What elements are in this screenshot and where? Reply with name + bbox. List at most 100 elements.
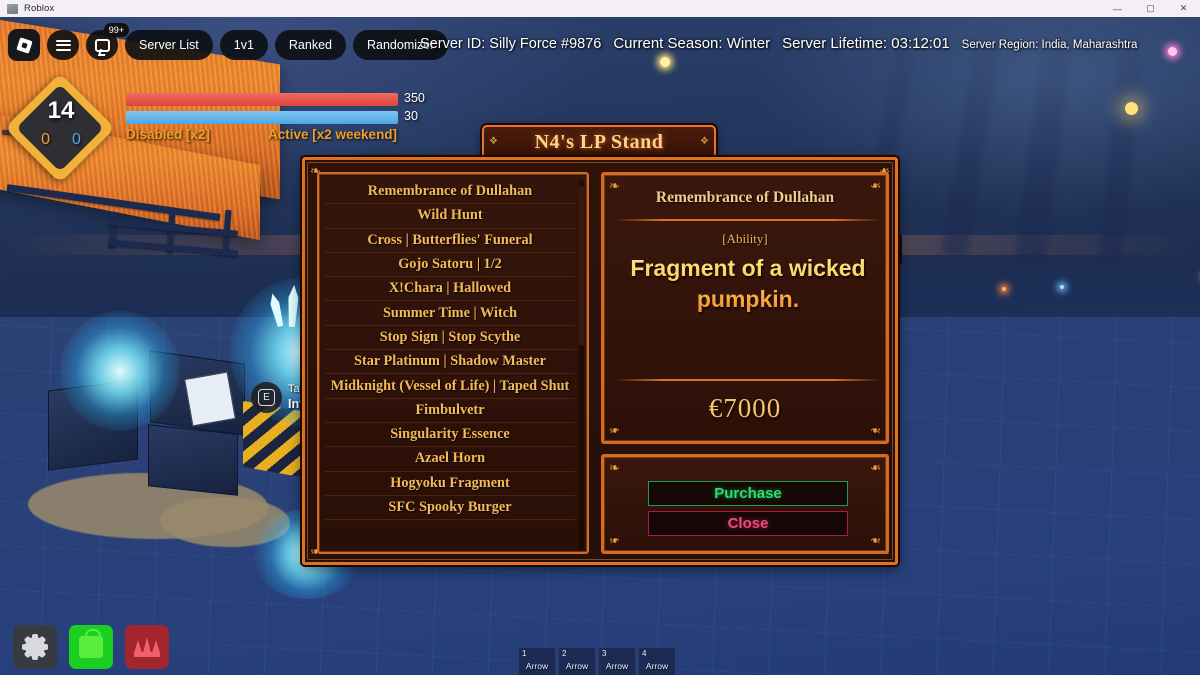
hotbar-slot-number: 3: [602, 649, 607, 658]
detail-divider: [614, 219, 882, 221]
health-bar-fill: [126, 93, 398, 106]
server-info-bar: Server ID: Silly Force #9876 Current Sea…: [420, 35, 1190, 52]
ornament-corner-icon: ❧: [870, 533, 881, 548]
list-item[interactable]: Star Platinum | Shadow Master: [325, 350, 575, 375]
hotbar-slot-label: Arrow: [645, 661, 669, 671]
server-list-button[interactable]: Server List: [125, 30, 213, 60]
window-titlebar: Roblox — ▢ ✕: [0, 0, 1200, 17]
crystal-glow: [60, 311, 180, 431]
list-item[interactable]: Summer Time | Witch: [325, 301, 575, 326]
item-detail-panel: ❧ ❧ ❧ ❧ Remembrance of Dullahan [Ability…: [601, 172, 889, 444]
lamp-light: [660, 57, 670, 67]
chat-button[interactable]: 99+: [86, 23, 129, 60]
hotbar[interactable]: 1 Arrow 2 Arrow 3 Arrow 4 Arrow: [518, 647, 676, 675]
shop-body-frame: ❧ ❧ ❧ ❧ Remembrance of DullahanWild Hunt…: [302, 157, 898, 565]
close-button-shop[interactable]: Close: [648, 511, 848, 536]
energy-value: 30: [404, 109, 418, 123]
detail-divider: [614, 379, 882, 381]
substat-left: 0: [41, 131, 50, 148]
detail-price: €7000: [708, 393, 782, 423]
list-item[interactable]: Azael Horn: [325, 447, 575, 472]
hotbar-slot-label: Arrow: [525, 661, 549, 671]
menu-button[interactable]: [47, 30, 79, 60]
list-item[interactable]: Remembrance of Dullahan: [325, 180, 575, 205]
diamond-substats: 0 0: [12, 131, 110, 149]
level-value: 14: [47, 97, 75, 124]
hotbar-slot[interactable]: 1 Arrow: [518, 647, 556, 675]
bottom-left-buttons: [13, 625, 169, 669]
server-region-text: Server Region: India, Maharashtra: [961, 39, 1138, 51]
ornament-corner-icon: ❧: [609, 533, 620, 548]
purchase-button[interactable]: Purchase: [648, 481, 848, 506]
moon: [1125, 102, 1138, 115]
premium-button[interactable]: [125, 625, 169, 669]
cloud-streak: [1014, 17, 1076, 268]
item-list[interactable]: Remembrance of Dullahan Wild Hunt Cross | …: [325, 180, 575, 546]
health-bar-track: [126, 93, 398, 106]
list-item[interactable]: Wild Hunt: [325, 204, 575, 229]
roblox-logo-icon: [15, 36, 33, 54]
list-item[interactable]: Singularity Essence: [325, 423, 575, 448]
roblox-logo-button[interactable]: [8, 29, 40, 61]
hotbar-slot-number: 4: [642, 649, 647, 658]
close-button[interactable]: ✕: [1167, 0, 1200, 17]
current-season-text: Current Season: Winter: [613, 35, 771, 52]
list-item[interactable]: Hogyoku Fragment: [325, 472, 575, 496]
list-item[interactable]: SFC Spooky Burger: [325, 496, 575, 521]
key-e-icon: E: [258, 389, 275, 406]
game-viewport: 99+ Server List 1v1 Ranked Randomizer Se…: [0, 17, 1200, 675]
ranked-button[interactable]: Ranked: [274, 30, 346, 60]
list-item[interactable]: Midknight (Vessel of Life) | Taped Shut: [325, 374, 575, 399]
detail-description: Fragment of a wicked pumpkin.: [622, 253, 874, 314]
gear-icon: [22, 634, 48, 660]
distant-light: [1002, 287, 1006, 291]
settings-button[interactable]: [13, 625, 57, 669]
shop-actions-panel: ❧ ❧ ❧ ❧ Purchase Close: [601, 454, 889, 554]
hotbar-slot-number: 1: [522, 649, 527, 658]
window-controls: — ▢ ✕: [1101, 0, 1200, 17]
stat-bars: 350 30: [126, 91, 426, 129]
one-v-one-button[interactable]: 1v1: [219, 30, 268, 60]
server-lifetime-text: Server Lifetime: 03:12:01: [782, 35, 950, 52]
window-title: Roblox: [24, 3, 55, 14]
list-item[interactable]: Gojo Satoru | 1/2: [325, 253, 575, 278]
maximize-button[interactable]: ▢: [1134, 0, 1167, 17]
list-item[interactable]: Stop Sign | Stop Scythe: [325, 326, 575, 351]
hotbar-slot[interactable]: 3 Arrow: [598, 647, 636, 675]
roblox-window-icon: [7, 3, 18, 14]
list-item[interactable]: Cross | Butterflies' Funeral: [325, 229, 575, 253]
hotbar-slot[interactable]: 2 Arrow: [558, 647, 596, 675]
energy-bar-row: 30: [126, 109, 426, 124]
hotbar-slot-label: Arrow: [565, 661, 589, 671]
shopping-bag-icon: [79, 629, 103, 658]
white-box: [184, 371, 236, 427]
server-id-text: Server ID: Silly Force #9876: [420, 36, 602, 52]
hamburger-icon: [55, 37, 71, 53]
interact-key-button[interactable]: E: [251, 382, 282, 413]
scrollbar-thumb[interactable]: [579, 186, 584, 346]
item-list-panel[interactable]: Remembrance of Dullahan Wild Hunt Cross | …: [317, 172, 589, 554]
shop-button[interactable]: [69, 625, 113, 669]
cloud-streak: [1096, 17, 1148, 268]
item-list-scrollbar[interactable]: [579, 180, 584, 550]
substat-right: 0: [72, 131, 81, 148]
buff-disabled-label: Disabled [x2]: [126, 127, 211, 142]
hotbar-slot-number: 2: [562, 649, 567, 658]
ornament-corner-icon: ❧: [870, 423, 881, 438]
shop-title: N4's LP Stand: [534, 130, 664, 153]
list-item[interactable]: Fimbulvetr: [325, 399, 575, 423]
health-bar-row: 350: [126, 91, 426, 106]
ornament-corner-icon: ❧: [609, 423, 620, 438]
shop-window: N4's LP Stand 88 ❧ ❧ ❧ ❧ Remembrance of …: [302, 125, 900, 565]
list-item[interactable]: X!Chara | Hallowed: [325, 277, 575, 302]
hotbar-slot[interactable]: 4 Arrow: [638, 647, 676, 675]
ornament-corner-icon: ❧: [870, 460, 881, 475]
chat-icon: [94, 38, 110, 52]
energy-bar-track: [126, 111, 398, 124]
app-root: Roblox — ▢ ✕ 99+ Server List 1v1 Ranked …: [0, 0, 1200, 675]
crown-icon: [134, 637, 160, 657]
health-value: 350: [404, 91, 425, 105]
minimize-button[interactable]: —: [1101, 0, 1134, 17]
shop-title-plate: N4's LP Stand: [482, 125, 716, 159]
detail-item-name: Remembrance of Dullahan: [655, 189, 835, 206]
